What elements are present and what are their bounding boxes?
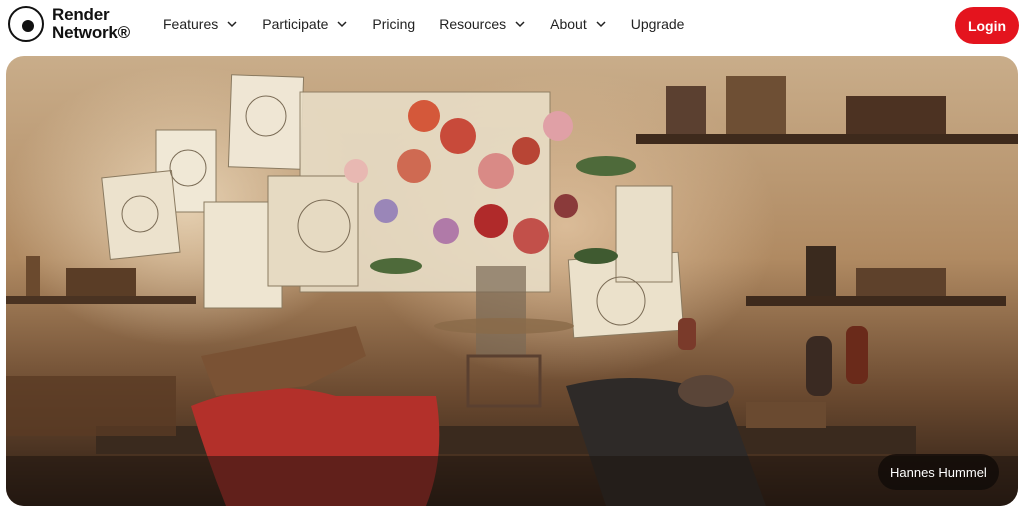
artist-credit-badge: Hannes Hummel [878,454,999,490]
chevron-down-icon [336,18,348,30]
nav-item-label: Participate [262,16,329,32]
nav-item-about[interactable]: About [550,16,607,32]
nav-item-pricing[interactable]: Pricing [372,16,415,32]
hero-illustration [6,74,1018,506]
chevron-down-icon [226,18,238,30]
nav-item-upgrade[interactable]: Upgrade [631,16,685,32]
hero-artwork: Hannes Hummel [6,56,1018,506]
nav-item-label: About [550,16,587,32]
brand-name-line-2: Network® [52,23,130,42]
nav-item-features[interactable]: Features [163,16,238,32]
brand-name-line-1: Render [52,5,110,24]
brand-logo[interactable]: Render Network® [8,6,130,42]
brand-name: Render Network® [52,6,130,42]
nav-item-resources[interactable]: Resources [439,16,526,32]
top-navigation-bar: Render Network® Features Participate Pri… [0,0,1024,52]
nav-item-participate[interactable]: Participate [262,16,348,32]
main-nav: Features Participate Pricing Resources A… [163,16,708,32]
login-button[interactable]: Login [955,7,1019,44]
nav-item-label: Features [163,16,219,32]
nav-item-label: Pricing [372,16,416,32]
nav-item-label: Upgrade [630,16,685,32]
nav-item-label: Resources [439,16,507,32]
render-logo-icon [8,6,44,42]
chevron-down-icon [595,18,607,30]
chevron-down-icon [514,18,526,30]
